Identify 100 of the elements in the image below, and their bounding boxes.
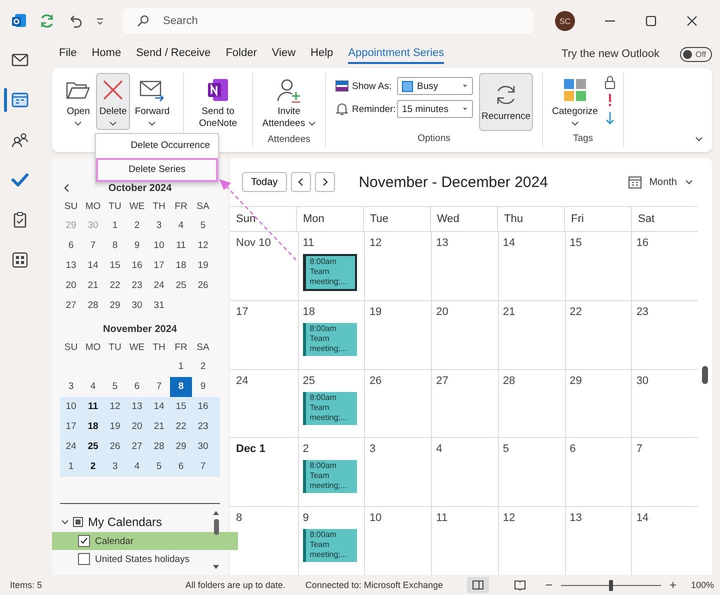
mini-day[interactable]: 9 bbox=[126, 236, 148, 256]
mini-day[interactable]: 25 bbox=[170, 276, 192, 296]
mini-day[interactable]: 11 bbox=[170, 236, 192, 256]
zoom-in-icon[interactable] bbox=[668, 581, 677, 589]
mini-day[interactable]: 7 bbox=[148, 377, 170, 397]
scroll-thumb[interactable] bbox=[214, 519, 218, 535]
mini-day[interactable]: 21 bbox=[148, 417, 170, 437]
mini-day[interactable]: 27 bbox=[60, 296, 82, 316]
customize-icon[interactable] bbox=[95, 16, 105, 26]
mini-day[interactable]: 22 bbox=[104, 276, 126, 296]
mini-day[interactable]: 9 bbox=[192, 377, 214, 397]
mini-day[interactable]: 1 bbox=[104, 216, 126, 236]
scroll-down-icon[interactable] bbox=[213, 564, 219, 570]
mini-day[interactable]: 15 bbox=[170, 397, 192, 417]
mini-day[interactable]: 1 bbox=[170, 357, 192, 377]
people-icon[interactable] bbox=[11, 131, 29, 149]
mini-day[interactable]: 8 bbox=[170, 377, 192, 397]
event-block[interactable]: 8:00am Team meeting;... bbox=[302, 529, 357, 562]
close-icon[interactable] bbox=[686, 15, 698, 27]
mini-day[interactable]: 27 bbox=[126, 437, 148, 457]
menu-item[interactable]: Delete Series bbox=[96, 158, 218, 182]
mini-day[interactable]: 5 bbox=[192, 216, 214, 236]
clipboard-icon[interactable] bbox=[11, 211, 29, 229]
mini-day[interactable]: 23 bbox=[192, 417, 214, 437]
mini-day[interactable]: 11 bbox=[82, 397, 104, 417]
mini-day[interactable]: 4 bbox=[82, 377, 104, 397]
avatar[interactable]: SC bbox=[555, 11, 575, 31]
mini-day[interactable]: 26 bbox=[192, 276, 214, 296]
mini-day[interactable]: 4 bbox=[170, 216, 192, 236]
categorize-button[interactable]: Categorize bbox=[549, 73, 601, 130]
outlook-logo-icon[interactable] bbox=[11, 13, 27, 29]
mini-day[interactable]: 2 bbox=[82, 457, 104, 477]
menu-tab[interactable]: Folder bbox=[226, 44, 257, 64]
calendar-group-title[interactable]: My Calendars bbox=[88, 515, 162, 529]
mini-day[interactable]: 10 bbox=[60, 397, 82, 417]
mail-icon[interactable] bbox=[11, 51, 29, 69]
mini-day[interactable]: 24 bbox=[148, 276, 170, 296]
mini-day[interactable]: 28 bbox=[148, 437, 170, 457]
mini-day[interactable]: 13 bbox=[60, 256, 82, 276]
mini-day[interactable]: 2 bbox=[192, 357, 214, 377]
toggle-switch[interactable]: Off bbox=[680, 46, 712, 62]
mini-day[interactable]: 25 bbox=[82, 437, 104, 457]
ribbon-button[interactable]: Forward bbox=[132, 73, 173, 130]
menu-tab[interactable]: Send / Receive bbox=[136, 44, 211, 64]
menu-item[interactable]: Delete Occurrence bbox=[96, 134, 218, 158]
today-button[interactable]: Today bbox=[242, 172, 287, 192]
mini-day[interactable]: 4 bbox=[126, 457, 148, 477]
mini-day[interactable]: 1 bbox=[60, 457, 82, 477]
mini-day[interactable]: 5 bbox=[104, 377, 126, 397]
mini-day[interactable]: 16 bbox=[126, 256, 148, 276]
lock-icon[interactable] bbox=[602, 75, 617, 89]
checkbox[interactable] bbox=[78, 535, 90, 547]
search-field[interactable]: Search bbox=[123, 8, 533, 34]
mini-day[interactable]: 3 bbox=[148, 216, 170, 236]
mini-day[interactable]: 17 bbox=[148, 256, 170, 276]
mini-day[interactable]: 13 bbox=[126, 397, 148, 417]
show-as-dropdown[interactable]: Busy bbox=[397, 77, 473, 95]
mini-day[interactable]: 20 bbox=[126, 417, 148, 437]
mini-day[interactable]: 29 bbox=[170, 437, 192, 457]
mini-day[interactable]: 5 bbox=[148, 457, 170, 477]
mini-day[interactable]: 6 bbox=[60, 236, 82, 256]
mini-day[interactable]: 19 bbox=[104, 417, 126, 437]
send-to-onenote-button[interactable]: Send to OneNote bbox=[187, 73, 249, 134]
collapse-ribbon-icon[interactable] bbox=[694, 134, 704, 144]
maximize-icon[interactable] bbox=[645, 15, 657, 27]
mini-day[interactable]: 30 bbox=[192, 437, 214, 457]
mini-day[interactable]: 18 bbox=[82, 417, 104, 437]
ribbon-button[interactable]: Delete bbox=[96, 73, 130, 130]
mini-day[interactable]: 6 bbox=[126, 377, 148, 397]
scroll-up-icon[interactable] bbox=[213, 510, 219, 516]
previous-button[interactable] bbox=[290, 172, 311, 192]
mini-day[interactable]: 15 bbox=[104, 256, 126, 276]
menu-tab[interactable]: Home bbox=[92, 44, 122, 64]
sync-icon[interactable] bbox=[39, 13, 55, 29]
mini-day[interactable]: 22 bbox=[170, 417, 192, 437]
scroll-thumb[interactable] bbox=[702, 366, 708, 384]
menu-tab[interactable]: Help bbox=[310, 44, 334, 64]
mini-day[interactable]: 28 bbox=[82, 296, 104, 316]
mini-day[interactable]: 2 bbox=[126, 216, 148, 236]
mini-day[interactable]: 31 bbox=[148, 296, 170, 316]
previous-month-icon[interactable] bbox=[62, 183, 72, 193]
mini-day[interactable]: 3 bbox=[104, 457, 126, 477]
invite-attendees-button[interactable]: Invite Attendees bbox=[258, 73, 320, 134]
event-block[interactable]: 8:00am Team meeting;... bbox=[302, 254, 357, 291]
next-button[interactable] bbox=[314, 172, 335, 192]
menu-tab[interactable]: File bbox=[59, 44, 77, 64]
mini-day[interactable]: 21 bbox=[82, 276, 104, 296]
mini-day[interactable]: 24 bbox=[60, 437, 82, 457]
normal-view-button[interactable] bbox=[466, 577, 489, 593]
event-block[interactable]: 8:00am Team meeting;... bbox=[302, 322, 357, 356]
view-dropdown[interactable]: Month bbox=[622, 174, 700, 190]
ribbon-button[interactable]: Open bbox=[62, 73, 94, 130]
mini-day[interactable]: 7 bbox=[82, 236, 104, 256]
menu-tab[interactable]: Appointment Series bbox=[348, 44, 444, 64]
checkbox[interactable] bbox=[78, 553, 90, 565]
calendar-icon[interactable] bbox=[11, 91, 29, 109]
menu-tab[interactable]: View bbox=[272, 44, 296, 64]
mini-day[interactable]: 14 bbox=[148, 397, 170, 417]
mini-day[interactable]: 30 bbox=[126, 296, 148, 316]
mini-day[interactable]: 20 bbox=[60, 276, 82, 296]
